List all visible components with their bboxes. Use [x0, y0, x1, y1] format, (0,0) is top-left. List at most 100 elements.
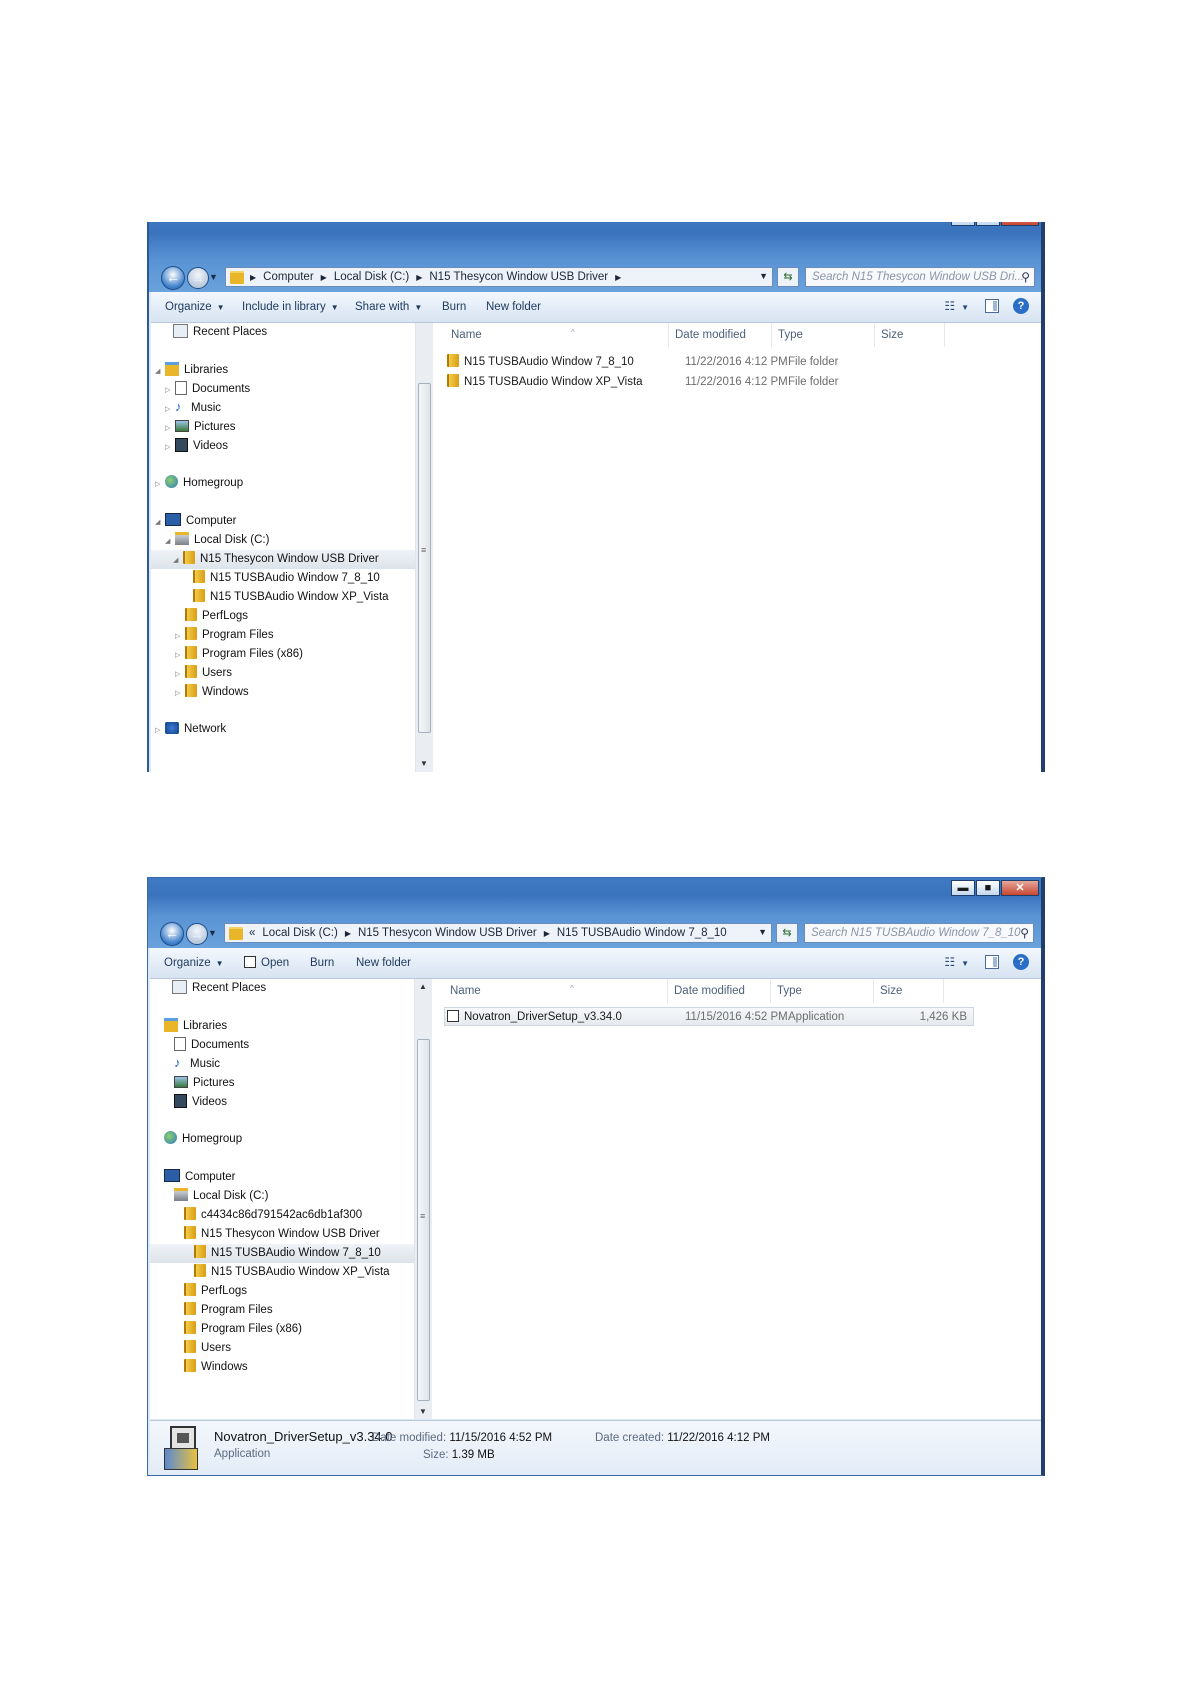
breadcrumb-tusbaudio-folder[interactable]: N15 TUSBAudio Window 7_8_10 [557, 927, 727, 939]
change-view-button[interactable]: ☷ ▼ [944, 955, 969, 969]
search-icon[interactable]: ⚲ [1020, 924, 1029, 942]
include-in-library-button[interactable]: Include in library ▼ [242, 301, 339, 313]
nav-network[interactable]: ▷ Network [155, 720, 226, 739]
expanded-arrow-icon[interactable]: ◢ [173, 551, 181, 570]
nav-tusbaudio-7-8-10[interactable]: N15 TUSBAudio Window 7_8_10 [150, 1244, 414, 1263]
breadcrumb-separator[interactable]: ▶ [416, 273, 422, 282]
breadcrumb-driver-folder[interactable]: N15 Thesycon Window USB Driver [429, 271, 608, 283]
nav-music[interactable]: ♪ Music [174, 1055, 220, 1074]
nav-pictures[interactable]: Pictures [174, 1074, 235, 1093]
nav-libraries[interactable]: Libraries [164, 1017, 227, 1036]
change-view-button[interactable]: ☷ ▼ [944, 299, 969, 313]
address-dropdown-icon[interactable]: ▼ [759, 271, 768, 281]
organize-button[interactable]: Organize ▼ [165, 301, 225, 313]
collapsed-arrow-icon[interactable]: ▷ [175, 627, 183, 646]
column-header-date-modified[interactable]: Date modified [668, 979, 771, 1003]
refresh-button[interactable]: ⇆ [776, 923, 798, 943]
nav-libraries[interactable]: ◢ Libraries [155, 361, 228, 380]
column-header-type[interactable]: Type [771, 979, 874, 1003]
file-row[interactable]: N15 TUSBAudio Window XP_Vista 11/22/2016… [445, 373, 935, 392]
nav-videos[interactable]: ▷ Videos [165, 437, 228, 456]
breadcrumb-separator[interactable]: ▶ [615, 273, 621, 282]
navigation-pane[interactable]: Recent Places ◢ Libraries ▷ Documents ▷ ♪ Mu… [151, 323, 416, 772]
nav-homegroup[interactable]: ▷ Homegroup [155, 474, 243, 493]
column-header-size[interactable]: Size [874, 979, 944, 1003]
close-button[interactable]: ✕ [1001, 880, 1039, 896]
nav-recent-places[interactable]: Recent Places [172, 979, 266, 998]
nav-driver-folder[interactable]: ◢ N15 Thesycon Window USB Driver [151, 550, 415, 569]
navigation-pane[interactable]: Recent Places Libraries Documents ♪ Music… [150, 979, 415, 1419]
title-bar[interactable]: ▬ ■ ✕ [149, 222, 1041, 260]
breadcrumb-driver-folder[interactable]: N15 Thesycon Window USB Driver [358, 927, 537, 939]
breadcrumb-local-disk[interactable]: Local Disk (C:) [262, 927, 337, 939]
minimize-button[interactable]: ▬ [951, 222, 975, 226]
new-folder-button[interactable]: New folder [486, 301, 541, 313]
nav-documents[interactable]: ▷ Documents [165, 380, 250, 399]
help-button[interactable]: ? [1013, 954, 1029, 970]
nav-tusbaudio-7-8-10[interactable]: N15 TUSBAudio Window 7_8_10 [193, 569, 380, 588]
collapsed-arrow-icon[interactable]: ▷ [175, 665, 183, 684]
nav-perflogs[interactable]: PerfLogs [175, 607, 248, 626]
nav-windows[interactable]: Windows [184, 1358, 248, 1377]
column-header-name[interactable]: Name ^ [445, 323, 669, 347]
maximize-button[interactable]: ■ [976, 222, 1000, 226]
collapsed-arrow-icon[interactable]: ▷ [175, 646, 183, 665]
collapsed-arrow-icon[interactable]: ▷ [165, 381, 173, 400]
nav-users[interactable]: Users [184, 1339, 231, 1358]
column-header-size[interactable]: Size [875, 323, 945, 347]
forward-button[interactable]: → [187, 267, 209, 289]
column-header-date-modified[interactable]: Date modified [669, 323, 772, 347]
breadcrumb-computer[interactable]: Computer [263, 271, 314, 283]
breadcrumb-separator[interactable]: ▶ [345, 929, 351, 938]
breadcrumb-separator[interactable]: ▶ [544, 929, 550, 938]
preview-pane-button[interactable] [985, 299, 999, 313]
address-bar[interactable]: ▶ Computer ▶ Local Disk (C:) ▶ N15 Thesy… [225, 267, 773, 287]
preview-pane-button[interactable] [985, 955, 999, 969]
breadcrumb-separator[interactable]: ▶ [250, 273, 256, 282]
collapsed-arrow-icon[interactable]: ▷ [165, 438, 173, 457]
nav-driver-folder[interactable]: N15 Thesycon Window USB Driver [184, 1225, 380, 1244]
maximize-button[interactable]: ■ [976, 880, 1000, 896]
nav-computer[interactable]: ◢ Computer [155, 512, 237, 531]
close-button[interactable]: ✕ [1001, 222, 1039, 226]
column-header-name[interactable]: Name ^ [444, 979, 668, 1003]
nav-hash-folder[interactable]: c4434c86d791542ac6db1af300 [184, 1206, 362, 1225]
organize-button[interactable]: Organize ▼ [164, 957, 224, 969]
nav-computer[interactable]: Computer [164, 1168, 236, 1187]
nav-music[interactable]: ▷ ♪ Music [165, 399, 221, 418]
nav-pictures[interactable]: ▷ Pictures [165, 418, 236, 437]
nav-tusbaudio-xp-vista[interactable]: N15 TUSBAudio Window XP_Vista [194, 1263, 390, 1282]
nav-documents[interactable]: Documents [174, 1036, 249, 1055]
nav-recent-places[interactable]: Recent Places [163, 323, 267, 342]
collapsed-arrow-icon[interactable]: ▷ [175, 684, 183, 703]
search-icon[interactable]: ⚲ [1021, 268, 1030, 286]
scroll-down-arrow-icon[interactable]: ▼ [420, 759, 428, 768]
forward-button[interactable]: → [186, 923, 208, 945]
new-folder-button[interactable]: New folder [356, 957, 411, 969]
open-button[interactable]: Open [244, 956, 289, 969]
back-button[interactable]: ← [160, 922, 184, 946]
nav-program-files[interactable]: Program Files [184, 1301, 273, 1320]
expanded-arrow-icon[interactable]: ◢ [155, 362, 163, 381]
recent-locations-dropdown[interactable]: ▼ [208, 928, 217, 938]
scroll-up-arrow-icon[interactable]: ▲ [419, 982, 427, 991]
nav-perflogs[interactable]: PerfLogs [184, 1282, 247, 1301]
burn-button[interactable]: Burn [442, 301, 466, 313]
address-dropdown-icon[interactable]: ▼ [758, 927, 767, 937]
address-bar[interactable]: « Local Disk (C:) ▶ N15 Thesycon Window … [224, 923, 772, 943]
refresh-button[interactable]: ⇆ [777, 267, 799, 287]
nav-local-disk[interactable]: Local Disk (C:) [174, 1187, 268, 1206]
scroll-down-arrow-icon[interactable]: ▼ [419, 1407, 427, 1416]
nav-users[interactable]: ▷ Users [175, 664, 232, 683]
burn-button[interactable]: Burn [310, 957, 334, 969]
nav-program-files-x86[interactable]: Program Files (x86) [184, 1320, 302, 1339]
breadcrumb-overflow[interactable]: « [249, 927, 255, 939]
column-header-type[interactable]: Type [772, 323, 875, 347]
nav-local-disk[interactable]: ◢ Local Disk (C:) [165, 531, 269, 550]
expanded-arrow-icon[interactable]: ◢ [155, 513, 163, 532]
expanded-arrow-icon[interactable]: ◢ [165, 532, 173, 551]
nav-scrollbar[interactable]: ▲ ≡ ▼ [414, 979, 432, 1419]
collapsed-arrow-icon[interactable]: ▷ [165, 419, 173, 438]
help-button[interactable]: ? [1013, 298, 1029, 314]
nav-homegroup[interactable]: Homegroup [164, 1130, 242, 1149]
